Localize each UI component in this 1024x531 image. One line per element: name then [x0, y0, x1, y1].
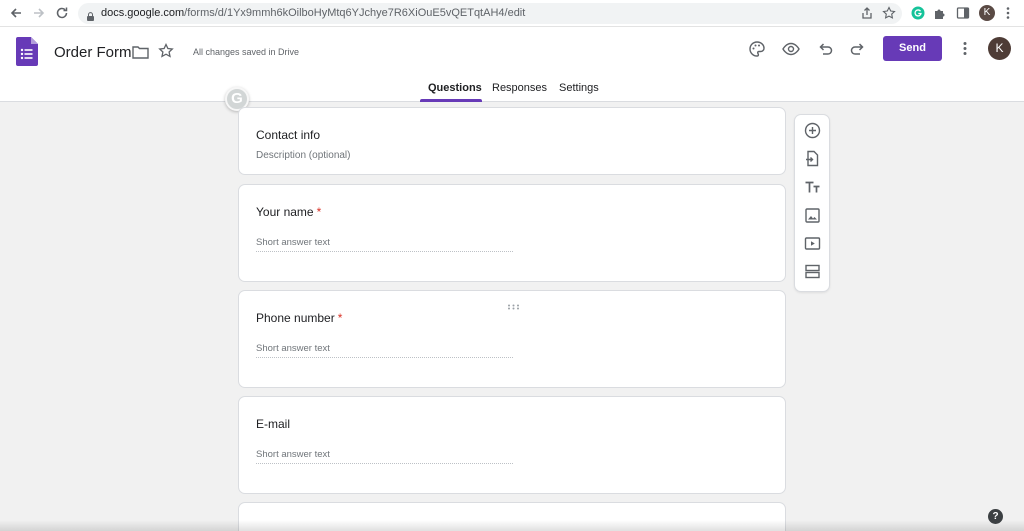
- question-card[interactable]: E-mail Short answer text: [238, 396, 786, 494]
- browser-toolbar: docs.google.com/forms/d/1Yx9mmh6kOilboHy…: [0, 0, 1024, 27]
- preview-eye-icon[interactable]: [782, 40, 800, 58]
- short-answer-placeholder: Short answer text: [256, 343, 330, 354]
- url-text: docs.google.com/forms/d/1Yx9mmh6kOilboHy…: [101, 7, 525, 19]
- add-question-icon[interactable]: [804, 122, 821, 139]
- star-icon[interactable]: [158, 42, 174, 59]
- tab-settings[interactable]: Settings: [559, 82, 599, 102]
- answer-underline: [256, 251, 513, 252]
- section-description[interactable]: Description (optional): [256, 150, 351, 161]
- question-title[interactable]: E-mail: [256, 417, 290, 431]
- add-section-icon[interactable]: [804, 263, 821, 280]
- add-image-icon[interactable]: [804, 207, 821, 224]
- question-title-text: Your name: [256, 205, 314, 219]
- side-panel-icon[interactable]: [956, 6, 970, 20]
- form-title[interactable]: Order Form: [54, 44, 132, 61]
- side-toolbar: [794, 114, 830, 292]
- url-host: docs.google.com: [101, 7, 185, 19]
- reload-icon[interactable]: [54, 5, 70, 21]
- drag-handle-icon[interactable]: [507, 297, 520, 310]
- question-title[interactable]: Phone number *: [256, 311, 342, 325]
- section-title[interactable]: Contact info: [256, 128, 320, 142]
- answer-underline: [256, 357, 513, 358]
- forward-arrow-icon[interactable]: [31, 5, 47, 21]
- folder-icon[interactable]: [132, 45, 149, 59]
- more-vert-icon[interactable]: [963, 41, 967, 56]
- form-tabs: Questions Responses Settings: [0, 82, 1024, 102]
- back-arrow-icon[interactable]: [8, 5, 24, 21]
- url-path: /forms/d/1Yx9mmh6kOilboHyMtq6YJchye7R6Xi…: [184, 7, 526, 19]
- lock-icon[interactable]: [87, 8, 94, 21]
- question-title-text: E-mail: [256, 417, 291, 431]
- help-button[interactable]: ?: [988, 509, 1003, 524]
- tab-responses[interactable]: Responses: [492, 82, 547, 102]
- required-asterisk: *: [316, 205, 322, 219]
- import-questions-icon[interactable]: [804, 150, 821, 167]
- grammarly-extension-icon[interactable]: [911, 6, 925, 20]
- send-button[interactable]: Send: [883, 36, 942, 61]
- question-title-text: Phone number: [256, 311, 335, 325]
- forms-header: Order Form All changes saved in Drive Se…: [0, 27, 1024, 102]
- required-asterisk: *: [337, 311, 343, 325]
- share-icon[interactable]: [860, 6, 874, 20]
- add-video-icon[interactable]: [804, 235, 821, 252]
- question-card[interactable]: Your name * Short answer text: [238, 184, 786, 282]
- address-bar[interactable]: docs.google.com/forms/d/1Yx9mmh6kOilboHy…: [78, 3, 902, 24]
- question-card[interactable]: Phone number * Short answer text: [238, 290, 786, 388]
- section-header-card[interactable]: Contact info Description (optional): [238, 107, 786, 175]
- redo-icon[interactable]: [849, 40, 867, 58]
- question-title[interactable]: Your name *: [256, 205, 321, 219]
- forms-logo-icon[interactable]: [16, 37, 38, 66]
- active-tab-indicator: [420, 99, 482, 102]
- save-status: All changes saved in Drive: [193, 47, 300, 57]
- answer-underline: [256, 463, 513, 464]
- bottom-shadow: [0, 520, 1024, 531]
- kebab-menu-icon[interactable]: [1006, 6, 1010, 20]
- short-answer-placeholder: Short answer text: [256, 449, 330, 460]
- account-avatar[interactable]: K: [988, 37, 1011, 60]
- palette-icon[interactable]: [748, 40, 766, 58]
- short-answer-placeholder: Short answer text: [256, 237, 330, 248]
- extensions-puzzle-icon[interactable]: [933, 6, 947, 20]
- bookmark-star-icon[interactable]: [882, 6, 896, 20]
- undo-icon[interactable]: [816, 40, 834, 58]
- browser-profile-avatar[interactable]: K: [979, 5, 995, 21]
- add-title-icon[interactable]: [804, 179, 821, 196]
